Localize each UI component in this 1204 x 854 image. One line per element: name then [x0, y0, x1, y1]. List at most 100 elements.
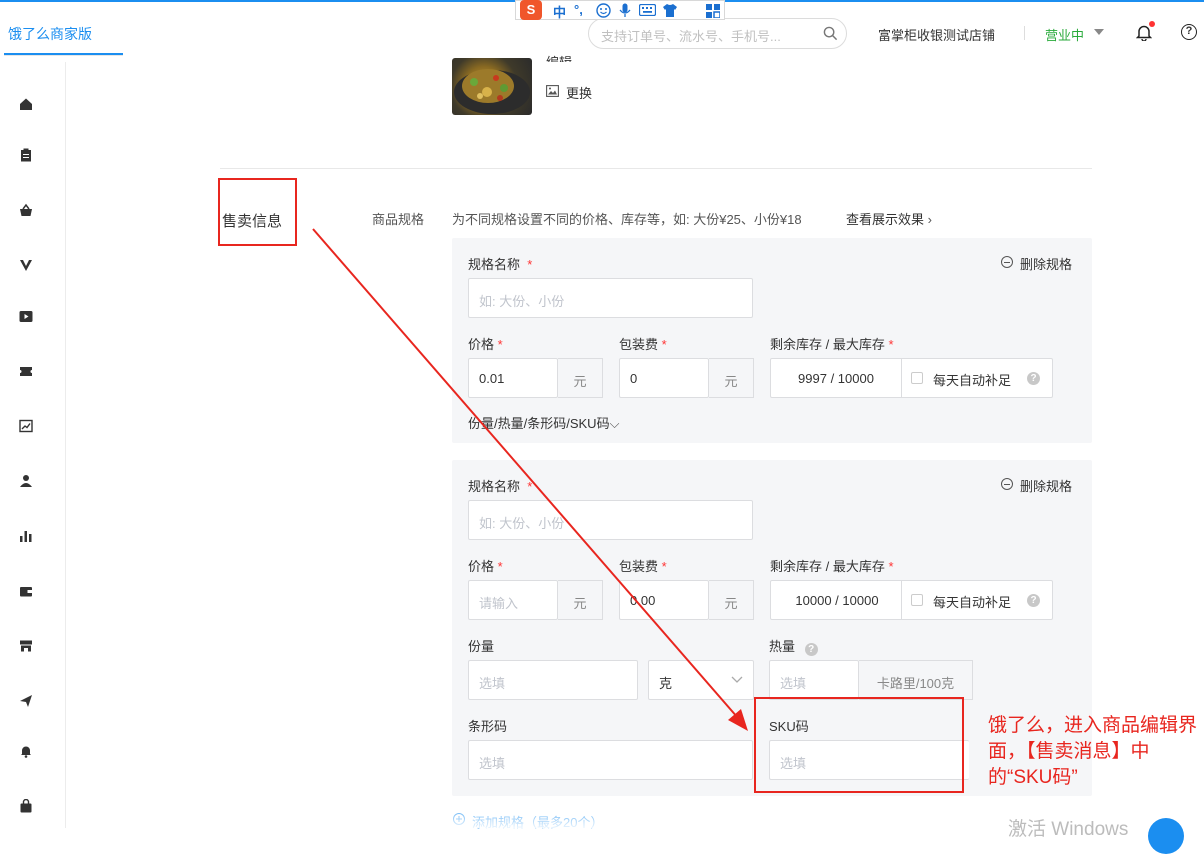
- calorie-input[interactable]: 选填: [769, 660, 859, 700]
- barcode-label: 条形码: [468, 719, 508, 734]
- price-unit: 元: [558, 580, 603, 620]
- auto-refill-label: 每天自动补足: [933, 373, 1012, 388]
- required-mark: *: [497, 337, 503, 352]
- play-icon[interactable]: [19, 309, 33, 323]
- search-icon[interactable]: [823, 26, 838, 41]
- auto-refill-checkbox[interactable]: [911, 372, 923, 384]
- brand-tab[interactable]: 饿了么商家版: [8, 24, 92, 44]
- product-image: [452, 58, 532, 115]
- preview-effect-label: 查看展示效果: [846, 212, 925, 227]
- auto-refill-checkbox[interactable]: [911, 594, 923, 606]
- replace-image-link[interactable]: 更换: [566, 83, 592, 102]
- required-mark: *: [888, 559, 894, 574]
- notification-dot: [1149, 21, 1155, 27]
- bar-chart-icon[interactable]: [19, 529, 33, 543]
- portion-unit-value: 克: [659, 676, 673, 691]
- spec-name-placeholder: 如: 大份、小份: [479, 516, 565, 531]
- highlight-box-sell-info: [218, 178, 297, 246]
- required-mark: *: [888, 337, 894, 352]
- minus-circle-icon[interactable]: [1001, 256, 1013, 268]
- spec-name-input[interactable]: 如: 大份、小份: [468, 500, 753, 540]
- edit-image-link[interactable]: 编辑: [546, 52, 572, 62]
- keyboard-icon[interactable]: [639, 4, 656, 16]
- header-separator: [1024, 26, 1025, 40]
- packing-fee-input[interactable]: 0: [619, 358, 709, 398]
- dish-photo: [454, 69, 530, 114]
- stock-divider: [901, 358, 902, 398]
- highlight-box-sku: [754, 697, 964, 793]
- price-input[interactable]: 请输入: [468, 580, 558, 620]
- send-icon[interactable]: [19, 694, 33, 708]
- stock-input-group: 10000 / 10000 每天自动补足 ?: [770, 580, 1053, 620]
- stock-label-text: 剩余库存 / 最大库存: [770, 337, 885, 352]
- question-icon[interactable]: ?: [1027, 372, 1040, 385]
- v-icon[interactable]: [19, 258, 33, 272]
- store-icon[interactable]: [19, 639, 33, 653]
- stock-value[interactable]: 10000 / 10000: [771, 593, 903, 608]
- help-icon[interactable]: ?: [1181, 24, 1197, 40]
- ime-logo[interactable]: S: [520, 0, 542, 20]
- bag-icon[interactable]: [19, 799, 33, 813]
- bell-icon[interactable]: [19, 744, 33, 758]
- shop-name[interactable]: 富掌柜收银测试店铺: [878, 25, 995, 44]
- packing-fee-label: 包装费 *: [619, 334, 667, 353]
- ticket-icon[interactable]: [19, 364, 33, 378]
- ime-mode[interactable]: 中: [553, 2, 566, 21]
- question-icon[interactable]: ?: [1027, 594, 1040, 607]
- chevron-down-icon[interactable]: [1094, 29, 1104, 35]
- calorie-label: 热量 ?: [769, 636, 818, 656]
- ime-punct[interactable]: °,: [574, 2, 583, 17]
- portion-unit-select[interactable]: 克: [648, 660, 754, 700]
- packing-fee-unit: 元: [709, 580, 754, 620]
- microphone-icon[interactable]: [619, 3, 631, 18]
- stock-label: 剩余库存 / 最大库存 *: [770, 556, 894, 575]
- skin-shirt-icon[interactable]: [662, 3, 678, 18]
- home-icon[interactable]: [19, 97, 33, 111]
- portion-placeholder: 选填: [479, 676, 506, 691]
- packing-fee-label-text: 包装费: [619, 559, 659, 574]
- ime-toolbar: S 中 °,: [515, 0, 725, 20]
- chevron-down-icon: ⌵: [609, 416, 620, 431]
- wallet-icon[interactable]: [19, 584, 33, 598]
- basket-icon[interactable]: [19, 203, 33, 217]
- search-input[interactable]: 支持订单号、流水号、手机号...: [588, 18, 847, 49]
- spec-panel-1: 规格名称 * 删除规格 如: 大份、小份 价格 * 0.01 元 包装费 * 0…: [452, 238, 1092, 443]
- price-input[interactable]: 0.01: [468, 358, 558, 398]
- search-placeholder: 支持订单号、流水号、手机号...: [601, 29, 781, 44]
- more-fields-toggle-label: 份量/热量/条形码/SKU码: [468, 416, 610, 431]
- grid-menu-icon[interactable]: [706, 4, 720, 18]
- section-divider: [220, 168, 1092, 169]
- brand-divider: [4, 55, 123, 56]
- packing-fee-input[interactable]: 0.00: [619, 580, 709, 620]
- stock-label-text: 剩余库存 / 最大库存: [770, 559, 885, 574]
- delete-spec-button[interactable]: 删除规格: [1020, 254, 1072, 273]
- stock-value[interactable]: 9997 / 10000: [771, 371, 901, 386]
- delete-spec-button[interactable]: 删除规格: [1020, 476, 1072, 495]
- spec-name-input[interactable]: 如: 大份、小份: [468, 278, 753, 318]
- spec-name-label: 规格名称 *: [468, 254, 532, 273]
- calorie-unit: 卡路里/100克: [859, 660, 973, 700]
- business-status[interactable]: 营业中: [1045, 25, 1084, 44]
- stock-input-group: 9997 / 10000 每天自动补足 ?: [770, 358, 1053, 398]
- portion-input[interactable]: 选填: [468, 660, 638, 700]
- chart-line-icon[interactable]: [19, 419, 33, 433]
- barcode-placeholder: 选填: [479, 756, 506, 771]
- price-label: 价格 *: [468, 334, 503, 353]
- user-icon[interactable]: [19, 474, 33, 488]
- minus-circle-icon[interactable]: [1001, 478, 1013, 490]
- packing-fee-unit: 元: [709, 358, 754, 398]
- required-mark: *: [527, 479, 533, 494]
- chevron-down-icon: [731, 676, 743, 683]
- emoji-icon[interactable]: [596, 3, 611, 18]
- price-label: 价格 *: [468, 556, 503, 575]
- calorie-placeholder: 选填: [780, 676, 807, 691]
- more-fields-toggle[interactable]: 份量/热量/条形码/SKU码⌵: [468, 413, 619, 432]
- spec-name-placeholder: 如: 大份、小份: [479, 294, 565, 309]
- clipboard-icon[interactable]: [19, 148, 33, 162]
- preview-effect-link[interactable]: 查看展示效果 ›: [846, 209, 932, 228]
- spec-name-label: 规格名称 *: [468, 476, 532, 495]
- floating-action-button[interactable]: [1148, 818, 1184, 854]
- barcode-input[interactable]: 选填: [468, 740, 753, 780]
- spec-name-label-text: 规格名称: [468, 479, 521, 494]
- question-icon[interactable]: ?: [804, 643, 818, 656]
